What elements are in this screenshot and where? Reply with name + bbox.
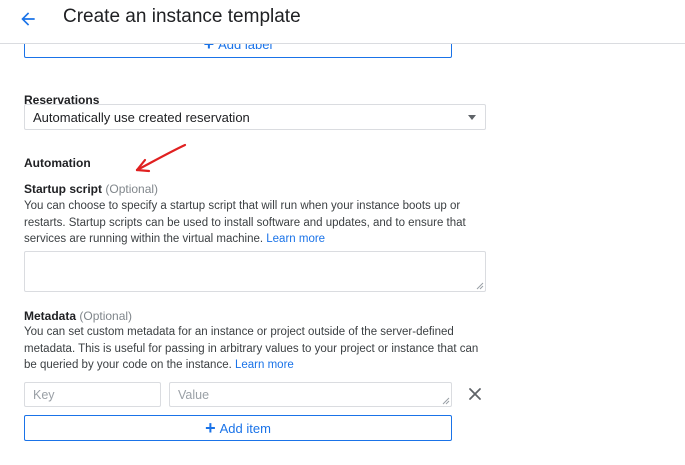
dropdown-arrow-icon [468,115,476,120]
add-item-text: Add item [219,420,271,436]
metadata-value-placeholder: Value [178,387,210,402]
back-button[interactable] [12,5,44,33]
close-icon [469,388,481,400]
startup-script-optional: (Optional) [105,182,159,196]
startup-script-help: You can choose to specify a startup scri… [24,198,484,248]
reservations-select[interactable]: Automatically use created reservation [24,104,486,130]
add-item-button[interactable]: + Add item [24,415,452,441]
resize-grip-icon[interactable] [442,397,450,405]
arrow-back-icon [21,12,35,26]
startup-script-textarea[interactable] [24,251,486,292]
remove-metadata-item-button[interactable] [465,384,485,404]
metadata-label-text: Metadata [24,309,77,323]
startup-script-label: Startup script (Optional) [24,182,158,196]
metadata-key-placeholder: Key [33,387,55,402]
page-title: Create an instance template [63,6,301,27]
metadata-help: You can set custom metadata for an insta… [24,324,484,374]
automation-heading: Automation [24,156,91,170]
metadata-optional: (Optional) [79,309,133,323]
resize-grip-icon[interactable] [476,282,484,290]
red-arrow-annotation [135,143,187,173]
startup-script-learn-more-link[interactable]: Learn more [266,233,325,245]
metadata-learn-more-link[interactable]: Learn more [235,359,294,371]
startup-script-label-text: Startup script [24,182,103,196]
startup-script-help-text: You can choose to specify a startup scri… [24,200,466,245]
metadata-key-input[interactable]: Key [24,382,161,407]
top-app-bar: Create an instance template [0,0,685,44]
reservations-selected-value: Automatically use created reservation [33,109,250,125]
metadata-label: Metadata (Optional) [24,309,132,323]
plus-icon: + [205,418,216,438]
metadata-value-input[interactable]: Value [169,382,452,407]
